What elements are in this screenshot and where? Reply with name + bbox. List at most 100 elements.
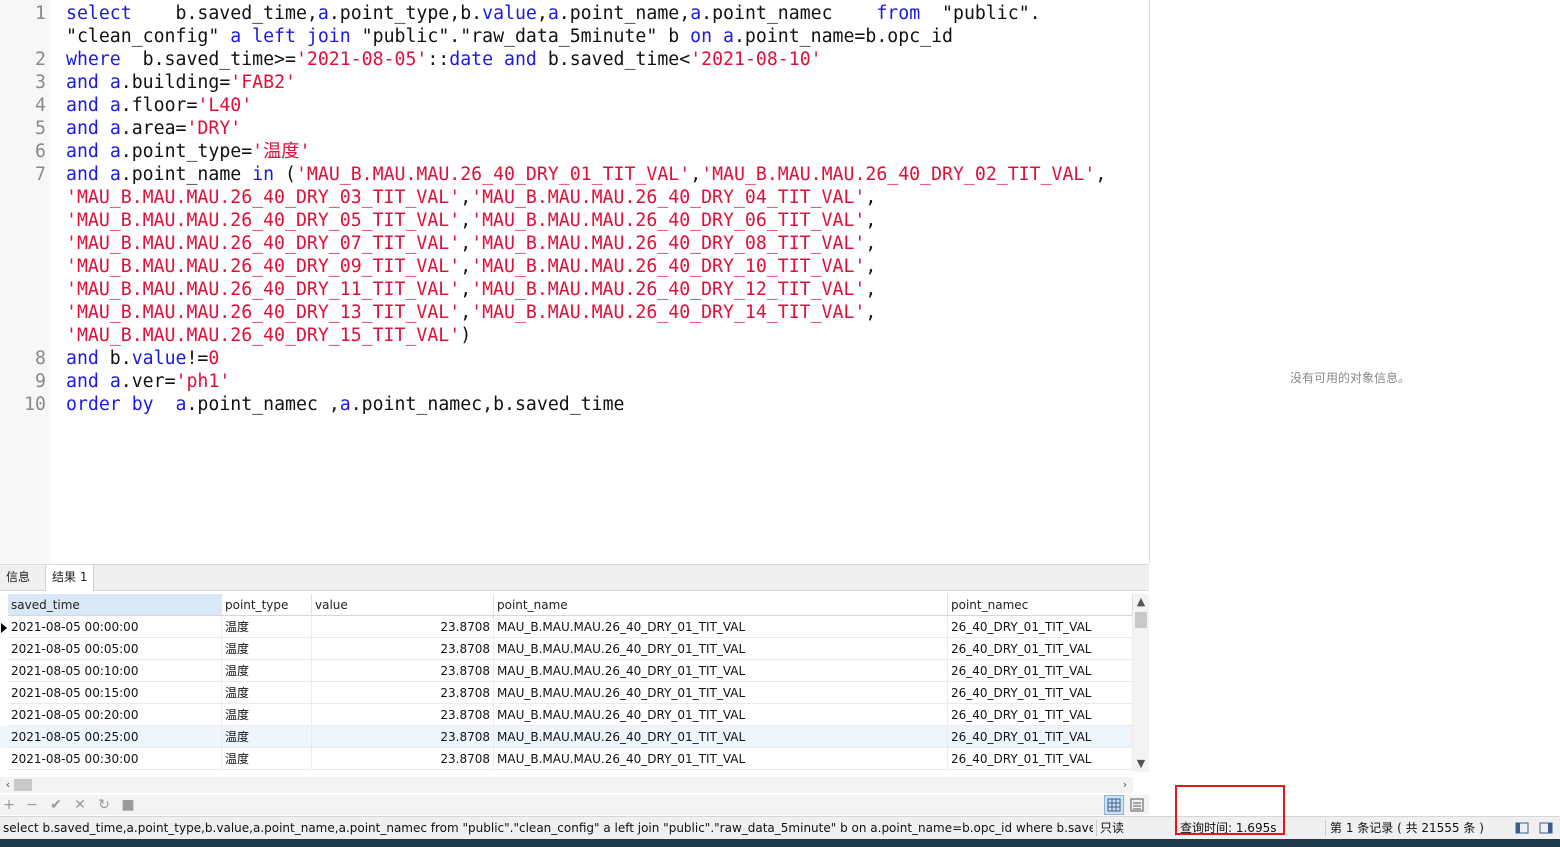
check-icon[interactable]: ✔: [47, 796, 65, 814]
cross-icon[interactable]: ✕: [71, 796, 89, 814]
table-cell[interactable]: MAU_B.MAU.MAU.26_40_DRY_01_TIT_VAL: [494, 682, 948, 704]
table-cell[interactable]: MAU_B.MAU.MAU.26_40_DRY_01_TIT_VAL: [494, 704, 948, 726]
vertical-scrollbar[interactable]: ▲ ▼: [1133, 594, 1149, 772]
code-token: ,: [865, 256, 877, 277]
table-row[interactable]: 2021-08-05 00:25:00 温度 23.8708 MAU_B.MAU.MA…: [0, 726, 1133, 748]
column-header-point-name[interactable]: point_name: [494, 594, 948, 616]
result-grid[interactable]: saved_time point_type value point_name point…: [0, 594, 1133, 772]
table-cell[interactable]: 2021-08-05 00:20:00: [8, 704, 222, 726]
table-cell[interactable]: 温度: [222, 748, 312, 770]
horizontal-scroll-thumb[interactable]: [14, 779, 32, 791]
table-cell[interactable]: 23.8708: [312, 616, 494, 638]
code-token: 'MAU_B.MAU.MAU.26_40_DRY_06_TIT_VAL': [471, 210, 866, 231]
code-text: 'MAU_B.MAU.MAU.26_40_DRY_03_TIT_VAL','MA…: [66, 186, 876, 209]
table-row[interactable]: 2021-08-05 00:30:00 温度 23.8708 MAU_B.MAU.MA…: [0, 748, 1133, 770]
code-token: 'DRY': [186, 118, 242, 139]
refresh-icon[interactable]: ↻: [95, 796, 113, 814]
table-cell[interactable]: 温度: [222, 660, 312, 682]
table-cell[interactable]: 2021-08-05 00:10:00: [8, 660, 222, 682]
code-token: '温度': [252, 141, 311, 162]
table-cell[interactable]: MAU_B.MAU.MAU.26_40_DRY_01_TIT_VAL: [494, 616, 948, 638]
table-cell[interactable]: 2021-08-05 00:05:00: [8, 638, 222, 660]
column-header-point-type[interactable]: point_type: [222, 594, 312, 616]
table-cell[interactable]: 2021-08-05 00:25:00: [8, 726, 222, 748]
table-row[interactable]: 2021-08-05 00:05:00 温度 23.8708 MAU_B.MAU.MA…: [0, 638, 1133, 660]
table-row[interactable]: 2021-08-05 00:20:00 温度 23.8708 MAU_B.MAU.MA…: [0, 704, 1133, 726]
code-token: and: [66, 141, 99, 162]
code-token: .point_namec: [701, 3, 877, 24]
column-header-point-namec[interactable]: point_namec: [948, 594, 1133, 616]
table-cell[interactable]: 23.8708: [312, 638, 494, 660]
form-view-button[interactable]: [1127, 795, 1147, 815]
table-cell[interactable]: 26_40_DRY_01_TIT_VAL: [948, 638, 1133, 660]
table-row[interactable]: 2021-08-05 00:00:00 温度 23.8708 MAU_B.MAU.MA…: [0, 616, 1133, 638]
panel-toggle-left-button[interactable]: [1512, 818, 1532, 838]
code-token: and: [504, 49, 537, 70]
code-token: and: [66, 118, 99, 139]
table-cell[interactable]: 2021-08-05 00:00:00: [8, 616, 222, 638]
table-cell[interactable]: 26_40_DRY_01_TIT_VAL: [948, 704, 1133, 726]
table-row[interactable]: 2021-08-05 00:15:00 温度 23.8708 MAU_B.MAU.MA…: [0, 682, 1133, 704]
code-token: 'MAU_B.MAU.MAU.26_40_DRY_03_TIT_VAL': [66, 187, 461, 208]
table-cell[interactable]: 23.8708: [312, 726, 494, 748]
table-row[interactable]: 2021-08-05 00:10:00 温度 23.8708 MAU_B.MAU.MA…: [0, 660, 1133, 682]
code-text: 'MAU_B.MAU.MAU.26_40_DRY_07_TIT_VAL','MA…: [66, 232, 876, 255]
grid-view-button[interactable]: [1104, 795, 1124, 815]
status-bar: select b.saved_time,a.point_type,b.value…: [0, 816, 1560, 839]
table-cell[interactable]: 26_40_DRY_01_TIT_VAL: [948, 726, 1133, 748]
table-cell[interactable]: MAU_B.MAU.MAU.26_40_DRY_01_TIT_VAL: [494, 638, 948, 660]
code-token: ,: [536, 3, 548, 24]
code-token: select: [66, 3, 132, 24]
table-cell[interactable]: 温度: [222, 638, 312, 660]
table-cell[interactable]: 23.8708: [312, 704, 494, 726]
code-token: value: [482, 3, 537, 24]
table-cell[interactable]: 温度: [222, 616, 312, 638]
code-token: a: [339, 394, 351, 415]
minus-icon[interactable]: −: [23, 796, 41, 814]
code-token: date: [449, 49, 494, 70]
table-cell[interactable]: MAU_B.MAU.MAU.26_40_DRY_01_TIT_VAL: [494, 726, 948, 748]
table-cell[interactable]: 23.8708: [312, 660, 494, 682]
panel-toggle-right-button[interactable]: [1536, 818, 1556, 838]
table-cell[interactable]: 温度: [222, 726, 312, 748]
table-cell[interactable]: MAU_B.MAU.MAU.26_40_DRY_01_TIT_VAL: [494, 660, 948, 682]
line-number: 10: [24, 394, 46, 415]
tab-info[interactable]: 信息: [0, 565, 36, 590]
stop-icon[interactable]: ■: [119, 796, 137, 814]
code-token: b.saved_time>=: [120, 49, 296, 70]
code-token: 'MAU_B.MAU.MAU.26_40_DRY_10_TIT_VAL': [471, 256, 866, 277]
scroll-right-icon[interactable]: ›: [1117, 778, 1133, 791]
table-cell[interactable]: 温度: [222, 682, 312, 704]
code-token: and: [66, 348, 99, 369]
table-cell[interactable]: 23.8708: [312, 682, 494, 704]
column-header-saved-time[interactable]: saved_time: [8, 594, 222, 616]
code-text: where b.saved_time>='2021-08-05'::date a…: [66, 48, 822, 71]
table-cell[interactable]: 26_40_DRY_01_TIT_VAL: [948, 660, 1133, 682]
code-token: ,: [865, 233, 877, 254]
table-cell[interactable]: 温度: [222, 704, 312, 726]
vertical-scroll-thumb[interactable]: [1135, 612, 1147, 628]
tab-result-1[interactable]: 结果 1: [45, 565, 95, 591]
horizontal-scrollbar[interactable]: ‹ ›: [0, 777, 1133, 793]
table-cell[interactable]: 26_40_DRY_01_TIT_VAL: [948, 748, 1133, 770]
table-cell[interactable]: 23.8708: [312, 748, 494, 770]
code-token: 'MAU_B.MAU.MAU.26_40_DRY_13_TIT_VAL': [66, 302, 461, 323]
table-cell[interactable]: 26_40_DRY_01_TIT_VAL: [948, 682, 1133, 704]
code-token: and: [66, 164, 99, 185]
table-cell[interactable]: 26_40_DRY_01_TIT_VAL: [948, 616, 1133, 638]
table-cell[interactable]: 2021-08-05 00:30:00: [8, 748, 222, 770]
code-token: .floor=: [120, 95, 198, 116]
plus-icon[interactable]: +: [0, 796, 18, 814]
scroll-down-icon[interactable]: ▼: [1133, 757, 1149, 770]
table-cell[interactable]: MAU_B.MAU.MAU.26_40_DRY_01_TIT_VAL: [494, 748, 948, 770]
column-header-value[interactable]: value: [312, 594, 494, 616]
code-token: a: [109, 371, 121, 392]
code-token: ::: [427, 49, 450, 70]
table-cell[interactable]: 2021-08-05 00:15:00: [8, 682, 222, 704]
sql-editor[interactable]: 1 select b.saved_time,a.point_type,b.valu…: [0, 0, 1150, 563]
code-text: 'MAU_B.MAU.MAU.26_40_DRY_13_TIT_VAL','MA…: [66, 301, 876, 324]
scroll-up-icon[interactable]: ▲: [1133, 595, 1149, 608]
code-token: where: [66, 49, 121, 70]
